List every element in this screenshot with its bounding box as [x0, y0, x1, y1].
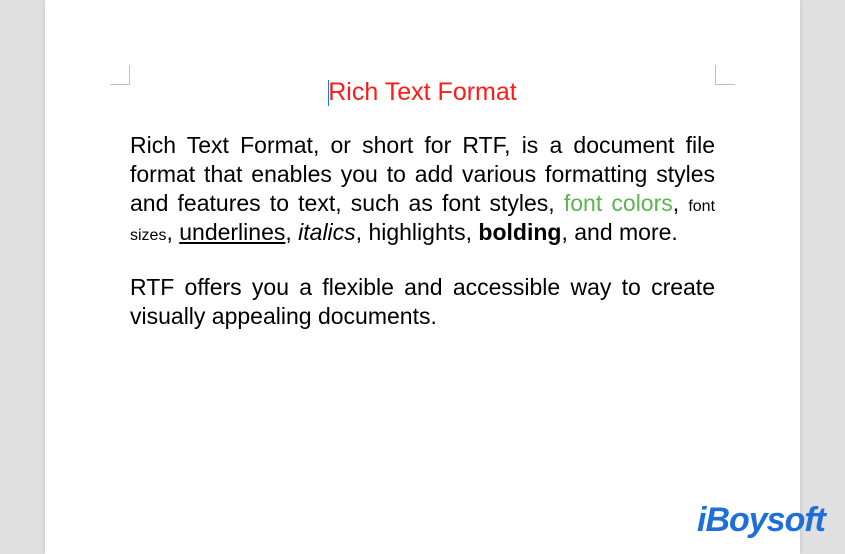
font-colors-sample: font colors [564, 190, 673, 216]
margin-mark-top-right [715, 65, 735, 85]
para1-text6: , and more. [561, 219, 677, 245]
document-page: Rich Text Format Rich Text Format, or sh… [45, 0, 800, 554]
paragraph-2[interactable]: RTF offers you a flexible and accessible… [130, 273, 715, 331]
para1-text5: , highlights, [356, 219, 479, 245]
para1-text3: , [166, 219, 179, 245]
para1-text4: , [285, 219, 298, 245]
text-cursor [328, 80, 329, 106]
logo-text: iBoysoft [697, 501, 825, 539]
bolding-sample: bolding [478, 219, 561, 245]
underlines-sample: underlines [179, 219, 285, 245]
italics-sample: italics [298, 219, 356, 245]
paragraph-1[interactable]: Rich Text Format, or short for RTF, is a… [130, 131, 715, 247]
document-content[interactable]: Rich Text Format Rich Text Format, or sh… [130, 78, 715, 357]
document-title[interactable]: Rich Text Format [130, 78, 715, 107]
margin-mark-top-left [110, 65, 130, 85]
para1-text2: , [673, 190, 689, 216]
title-text: Rich Text Format [328, 78, 516, 106]
iboysoft-logo: iBoysoft [697, 501, 825, 540]
